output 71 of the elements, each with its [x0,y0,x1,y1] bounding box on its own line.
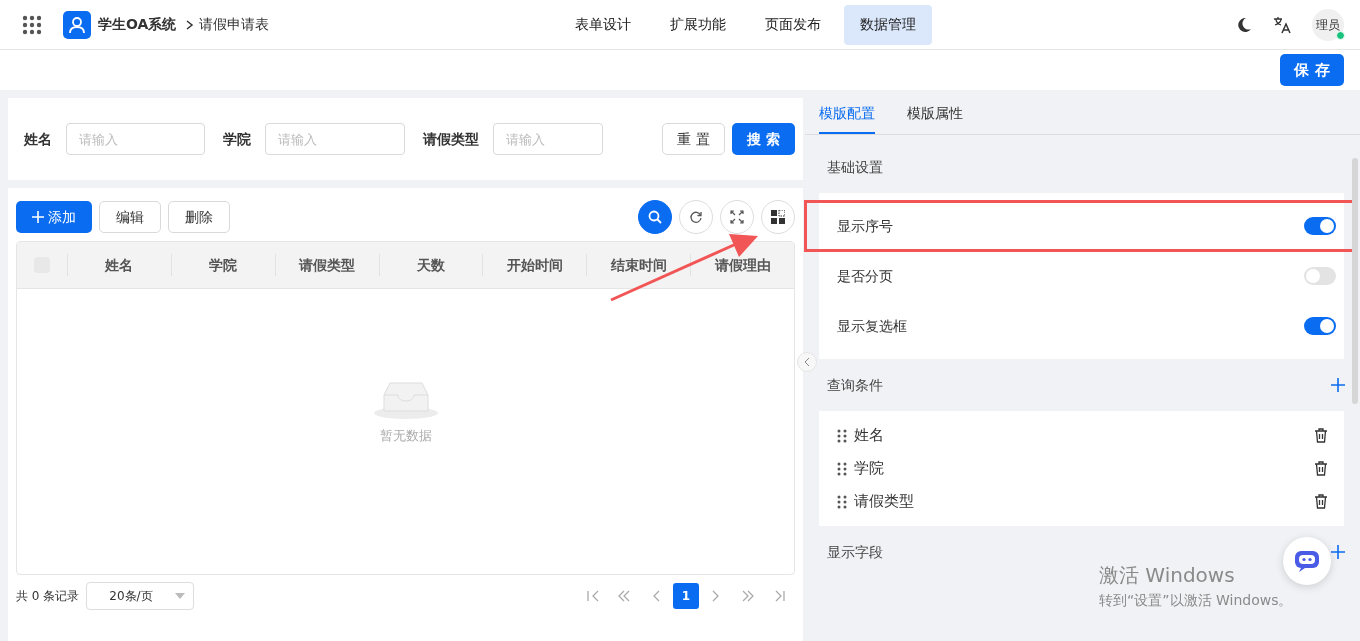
fullscreen-icon [730,210,744,224]
field-label: 请假类型 [423,129,479,149]
user-avatar[interactable]: 理员 [1312,8,1344,41]
trash-icon[interactable] [1314,461,1328,476]
column-header: 天数 [378,254,483,276]
chatbot-button[interactable] [1283,537,1331,585]
breadcrumb-text: 请假申请表 [198,15,269,34]
setting-label: 是否分页 [837,266,893,286]
field-name: 姓名 [854,425,884,447]
field-name: 学院 [854,458,884,480]
collapse-handle[interactable] [797,352,817,372]
drag-handle-icon[interactable] [837,461,847,476]
trash-icon[interactable] [1314,494,1328,509]
nav-tab[interactable]: 表单设计 [558,4,647,45]
apps-menu-icon[interactable] [22,14,42,35]
page-size-select[interactable]: 20条/页 [86,582,195,610]
column-header: 姓名 [66,254,171,276]
toolbar-button[interactable]: 删除 [167,201,230,233]
trash-icon[interactable] [1314,428,1328,443]
moon-icon[interactable] [1236,16,1252,33]
toggle-switch[interactable] [1304,317,1336,335]
activation-title: 激活 Windows [1099,562,1236,589]
activation-subtitle: 转到“设置”以激活 Windows。 [1099,591,1293,610]
column-header: 学院 [170,254,275,276]
text-input[interactable]: 请输入 [493,123,603,155]
toolbar-button[interactable]: 添加 [16,201,92,233]
add-icon[interactable] [1330,377,1346,393]
empty-state-text: 暂无数据 [379,427,432,446]
app-logo [63,10,91,39]
translate-icon[interactable] [1273,15,1291,34]
drag-handle-icon[interactable] [837,428,847,443]
dropdown-caret-icon [175,593,186,599]
text-input[interactable]: 请输入 [66,123,205,155]
nav-tab[interactable]: 页面发布 [748,4,837,45]
column-header: 请假类型 [274,254,379,276]
refresh-icon [689,210,703,224]
toggle-switch[interactable] [1304,217,1336,235]
search-icon [648,210,662,224]
robot-icon [1293,549,1321,573]
panel-tab[interactable]: 模版属性 [907,103,963,134]
section-title: 基础设置 [827,157,883,177]
column-settings-button[interactable] [761,200,795,234]
panel-tab[interactable]: 模版配置 [819,103,875,134]
setting-label: 显示复选框 [837,316,907,336]
search-button[interactable]: 搜 索 [732,123,795,155]
nav-tab[interactable]: 数据管理 [843,4,932,45]
add-icon[interactable] [1330,544,1346,560]
setting-label: 显示序号 [837,216,893,236]
toolbar-button[interactable]: 编辑 [98,201,161,233]
text-input[interactable]: 请输入 [265,123,405,155]
page-number[interactable]: 1 [673,583,699,609]
field-label: 学院 [223,129,251,149]
section-title: 显示字段 [827,542,883,562]
drag-handle-icon[interactable] [837,494,847,509]
field-label: 姓名 [24,129,52,149]
save-button[interactable]: 保 存 [1280,54,1344,86]
column-header: 开始时间 [482,254,587,276]
nav-tab[interactable]: 扩展功能 [653,4,742,45]
scrollbar[interactable] [1352,158,1358,404]
toggle-switch[interactable] [1304,267,1336,285]
fullscreen-button[interactable] [720,200,754,234]
total-records-text: 共 0 条记录 [16,588,80,605]
plus-icon [32,211,44,223]
section-title: 查询条件 [827,375,883,395]
app-title: 学生OA系统 [98,15,177,34]
grid-icon [771,210,785,224]
column-header: 结束时间 [586,254,691,276]
reset-button[interactable]: 重 置 [662,123,725,155]
search-button[interactable] [638,200,672,234]
field-name: 请假类型 [854,491,914,513]
refresh-button[interactable] [679,200,713,234]
